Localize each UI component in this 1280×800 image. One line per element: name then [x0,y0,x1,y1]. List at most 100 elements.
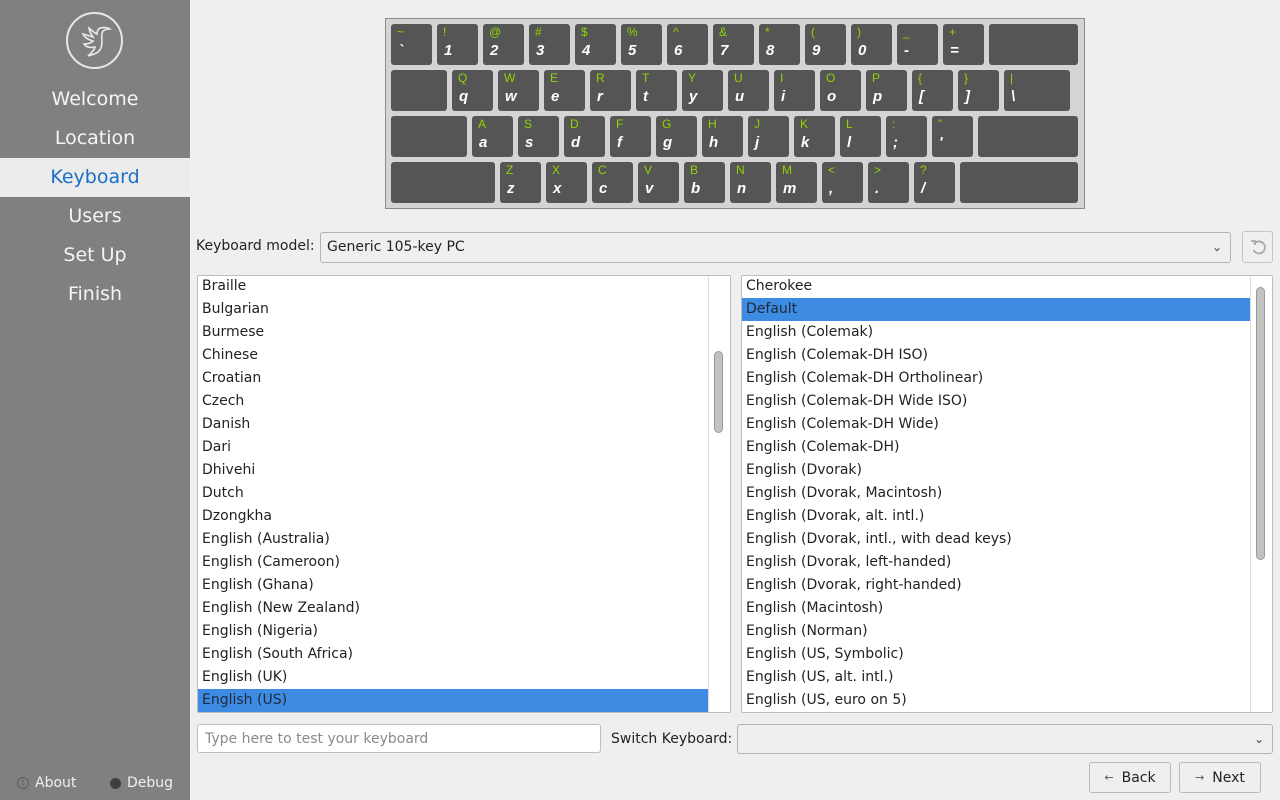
key-label: w [505,88,517,105]
variant-list-item[interactable]: English (Dvorak, left-handed) [742,551,1252,574]
keyboard-key: Rr [590,70,631,111]
keyboard-variant-list[interactable]: Cherokee Default English (Colemak) English … [741,275,1273,713]
keyboard-key: }] [958,70,999,111]
variant-list-item[interactable]: English (Dvorak, intl., with dead keys) [742,528,1252,551]
layout-list-item[interactable]: English (South Africa) [198,643,709,666]
reset-keyboard-model-button[interactable] [1242,231,1273,263]
layout-list-item[interactable]: Dutch [198,482,709,505]
keyboard-key: Mm [776,162,817,203]
key-shift-label: " [938,117,943,131]
key-label: 4 [582,42,591,59]
keyboard-key: + = [943,24,984,65]
layout-list-item[interactable]: Danish [198,413,709,436]
layout-list-item[interactable]: Bulgarian [198,298,709,321]
variant-list-item[interactable]: English (Norman) [742,620,1252,643]
debug-label: Debug [127,775,174,791]
layout-list-item[interactable]: Braille [198,276,709,298]
key-shift-label: $ [581,25,588,39]
keyboard-test-input[interactable] [197,724,601,753]
key-shift-label: ! [443,25,447,39]
undo-icon [1250,240,1266,255]
about-button[interactable]: i About [17,772,76,794]
layout-list-item[interactable]: English (UK) [198,666,709,689]
sidebar-item-location[interactable]: Location [0,119,190,158]
key-label: m [783,180,797,197]
debug-button[interactable]: Debug [110,772,173,794]
key-label: o [827,88,837,105]
layout-list-item[interactable]: Burmese [198,321,709,344]
sidebar-item-welcome[interactable]: Welcome [0,80,190,119]
key-label: = [950,42,959,59]
layout-list-item[interactable]: English (US) [198,689,709,712]
layout-list-item[interactable]: Dari [198,436,709,459]
layout-list-item[interactable]: Dzongkha [198,505,709,528]
key-shift-label: C [598,163,607,177]
next-button[interactable]: → Next [1179,762,1261,793]
key-shift-label: R [596,71,605,85]
key-label: x [553,180,562,197]
key-shift-label: : [892,117,896,131]
key-label: n [737,180,747,197]
key-label: 0 [858,42,867,59]
variant-list-item[interactable]: English (Dvorak, right-handed) [742,574,1252,597]
back-button[interactable]: ← Back [1089,762,1171,793]
key-label: r [597,88,603,105]
sidebar-item-set-up[interactable]: Set Up [0,236,190,275]
keyboard-key: Nn [730,162,771,203]
variant-list-item[interactable]: English (US, alt. intl.) [742,666,1252,689]
variant-list-item[interactable]: English (Dvorak) [742,459,1252,482]
layout-list-item[interactable]: Croatian [198,367,709,390]
keyboard-key: Jj [748,116,789,157]
key-label: [ [919,88,924,105]
variant-scrollbar[interactable] [1250,276,1272,712]
variant-list-item[interactable]: English (US, euro on 5) [742,689,1252,712]
chevron-down-icon: ⌄ [1253,732,1264,746]
keyboard-key: :; [886,116,927,157]
keyboard-key [391,162,495,203]
key-shift-label: V [644,163,653,177]
keyboard-key [989,24,1078,65]
layout-list-item[interactable]: English (Ghana) [198,574,709,597]
variant-list-item[interactable]: English (Colemak-DH Wide ISO) [742,390,1252,413]
sidebar-item-users[interactable]: Users [0,197,190,236]
layout-list-item[interactable]: English (Australia) [198,528,709,551]
key-shift-label: Y [688,71,697,85]
sidebar-item-keyboard[interactable]: Keyboard [0,158,190,197]
variant-list-item[interactable]: English (US, Symbolic) [742,643,1252,666]
keyboard-layout-list[interactable]: Braille Bulgarian Burmese Chinese Croatian Cz… [197,275,731,713]
layout-list-item[interactable]: English (Cameroon) [198,551,709,574]
variant-list-item[interactable]: English (Colemak-DH Ortholinear) [742,367,1252,390]
key-shift-label: > [874,163,882,177]
variant-list-item[interactable]: Default [742,298,1252,321]
variant-list-item[interactable]: English (Dvorak, alt. intl.) [742,505,1252,528]
layout-list-item[interactable]: English (New Zealand) [198,597,709,620]
layout-list-item[interactable]: Czech [198,390,709,413]
switch-keyboard-select[interactable]: ⌄ [737,724,1273,754]
key-label: p [873,88,883,105]
layout-list-item[interactable]: Chinese [198,344,709,367]
variant-list-item[interactable]: English (Colemak-DH Wide) [742,413,1252,436]
sidebar-item-finish[interactable]: Finish [0,275,190,314]
key-shift-label: | [1010,71,1014,85]
variant-list-item[interactable]: Cherokee [742,276,1252,298]
variant-list-item[interactable]: English (Macintosh) [742,597,1252,620]
back-label: Back [1121,769,1156,786]
layout-scrollbar[interactable] [708,276,730,712]
key-label: v [645,180,654,197]
layout-list-item[interactable]: English (Nigeria) [198,620,709,643]
layout-rows: Braille Bulgarian Burmese Chinese Croatian Cz… [198,276,709,712]
variant-list-item[interactable]: English (Dvorak, Macintosh) [742,482,1252,505]
variant-list-item[interactable]: English (Colemak-DH) [742,436,1252,459]
variant-scrollbar-thumb[interactable] [1256,287,1265,560]
keyboard-model-select[interactable]: Generic 105-key PC ⌄ [320,232,1231,263]
layout-list-item[interactable]: Dhivehi [198,459,709,482]
key-shift-label: % [627,25,638,39]
layout-scrollbar-thumb[interactable] [714,351,723,433]
key-shift-label: P [872,71,881,85]
variant-list-item[interactable]: English (Colemak) [742,321,1252,344]
key-shift-label: A [478,117,487,131]
keyboard-key: >. [868,162,909,203]
key-label: ' [939,134,943,151]
variant-list-item[interactable]: English (Colemak-DH ISO) [742,344,1252,367]
keyboard-key: | \ [1004,70,1070,111]
